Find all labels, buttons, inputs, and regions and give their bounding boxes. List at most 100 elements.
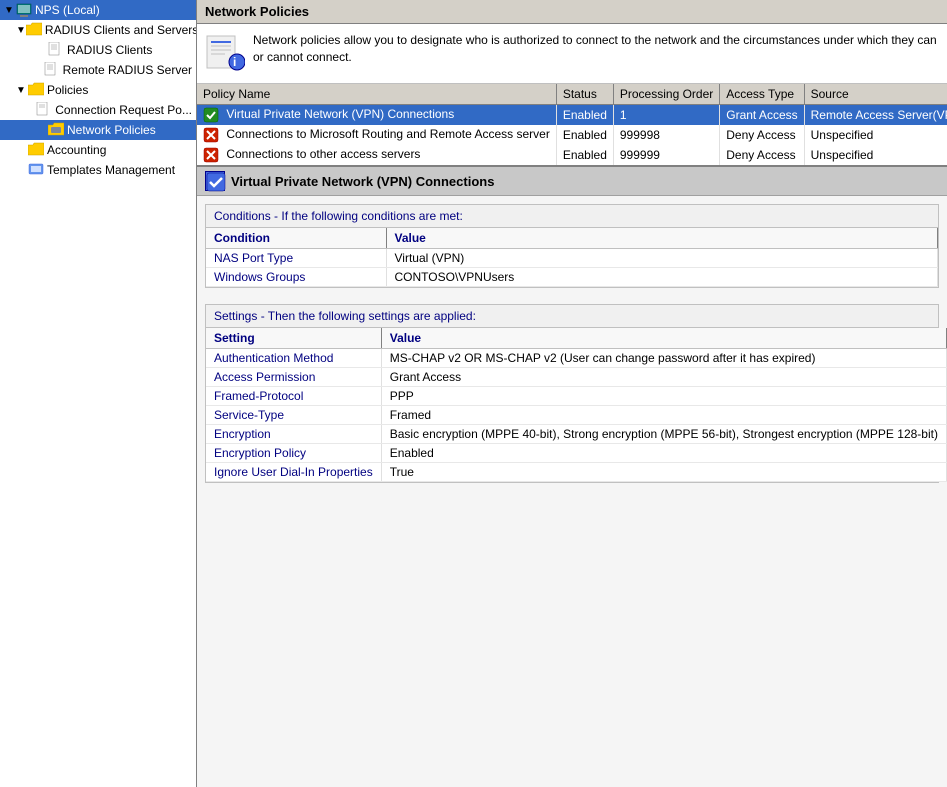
condition-name-1: NAS Port Type: [206, 249, 386, 268]
settings-header: Settings - Then the following settings a…: [206, 305, 938, 328]
source-cell-3: Unspecified: [804, 145, 947, 165]
setting-value-4: Framed: [381, 406, 946, 425]
sidebar-item-remote-radius[interactable]: Remote RADIUS Server: [0, 60, 196, 80]
table-row[interactable]: Virtual Private Network (VPN) Connection…: [197, 105, 947, 126]
setting-value-1: MS-CHAP v2 OR MS-CHAP v2 (User can chang…: [381, 349, 946, 368]
sidebar-item-accounting[interactable]: Accounting: [0, 140, 196, 160]
settings-section: Settings - Then the following settings a…: [205, 304, 939, 483]
table-header-row: Policy Name Status Processing Order Acce…: [197, 84, 947, 105]
order-cell-3: 999999: [613, 145, 719, 165]
condition-value-1: Virtual (VPN): [386, 249, 938, 268]
policy-table: Policy Name Status Processing Order Acce…: [197, 84, 947, 165]
setting-name-3: Framed-Protocol: [206, 387, 381, 406]
main-container: ▼ NPS (Local) ▼ RADIUS Clients and Serve…: [0, 0, 947, 787]
condition-value-2: CONTOSO\VPNUsers: [386, 268, 938, 287]
radius-clients-label: RADIUS Clients: [67, 43, 152, 57]
settings-table: Setting Value Authentication Method MS-C…: [206, 328, 947, 482]
doc-icon-rr: [44, 62, 60, 78]
order-cell-2: 999998: [613, 125, 719, 145]
policy-name-cell: Virtual Private Network (VPN) Connection…: [197, 105, 556, 126]
expand-icon-policies: ▼: [16, 85, 28, 96]
right-panel: Network Policies i Network policies allo…: [197, 0, 947, 787]
templates-label: Templates Management: [47, 163, 175, 177]
sidebar-item-radius-clients[interactable]: RADIUS Clients: [0, 40, 196, 60]
expand-icon-radius: ▼: [16, 25, 26, 36]
sidebar-item-network-policies[interactable]: Network Policies: [0, 120, 196, 140]
sidebar-item-policies[interactable]: ▼ Policies: [0, 80, 196, 100]
policy-name-2: Connections to Microsoft Routing and Rem…: [226, 127, 549, 141]
policy-name-cell-2: Connections to Microsoft Routing and Rem…: [197, 125, 556, 145]
doc-icon-cr: [36, 102, 52, 118]
templates-icon: [28, 162, 44, 178]
setting-row: Framed-Protocol PPP: [206, 387, 946, 406]
folder-icon-policies: [28, 82, 44, 98]
setting-row: Encryption Basic encryption (MPPE 40-bit…: [206, 425, 946, 444]
setting-value-col-header: Value: [381, 328, 946, 349]
condition-row: NAS Port Type Virtual (VPN): [206, 249, 938, 268]
setting-name-2: Access Permission: [206, 368, 381, 387]
conn-req-label: Connection Request Po...: [55, 103, 192, 117]
col-source: Source: [804, 84, 947, 105]
conditions-section: Conditions - If the following conditions…: [205, 204, 939, 288]
setting-row: Service-Type Framed: [206, 406, 946, 425]
status-cell-2: Enabled: [556, 125, 613, 145]
expand-icon: ▼: [4, 5, 16, 16]
detail-header: Virtual Private Network (VPN) Connection…: [197, 167, 947, 196]
setting-value-6: Enabled: [381, 444, 946, 463]
description-text: Network policies allow you to designate …: [253, 32, 939, 66]
detail-policy-name: Virtual Private Network (VPN) Connection…: [231, 174, 494, 189]
detail-panel: Virtual Private Network (VPN) Connection…: [197, 167, 947, 787]
setting-row: Ignore User Dial-In Properties True: [206, 463, 946, 482]
accounting-label: Accounting: [47, 143, 106, 157]
access-cell-2: Deny Access: [720, 125, 804, 145]
policy-name-3: Connections to other access servers: [226, 147, 420, 161]
policy-name-1: Virtual Private Network (VPN) Connection…: [226, 107, 454, 121]
setting-value-3: PPP: [381, 387, 946, 406]
setting-row: Authentication Method MS-CHAP v2 OR MS-C…: [206, 349, 946, 368]
sidebar-item-nps-local[interactable]: ▼ NPS (Local): [0, 0, 196, 20]
conditions-header: Conditions - If the following conditions…: [206, 205, 938, 228]
setting-value-5: Basic encryption (MPPE 40-bit), Strong e…: [381, 425, 946, 444]
remote-radius-label: Remote RADIUS Server: [63, 63, 192, 77]
source-cell-1: Remote Access Server(VPN-Dial up): [804, 105, 947, 126]
setting-name-4: Service-Type: [206, 406, 381, 425]
svg-text:i: i: [233, 55, 236, 69]
condition-name-2: Windows Groups: [206, 268, 386, 287]
left-panel: ▼ NPS (Local) ▼ RADIUS Clients and Serve…: [0, 0, 197, 787]
folder-icon-acc: [28, 142, 44, 158]
sidebar-item-radius-cs[interactable]: ▼ RADIUS Clients and Servers: [0, 20, 196, 40]
setting-row: Encryption Policy Enabled: [206, 444, 946, 463]
table-row[interactable]: Connections to other access servers Enab…: [197, 145, 947, 165]
status-cell-3: Enabled: [556, 145, 613, 165]
condition-row: Windows Groups CONTOSO\VPNUsers: [206, 268, 938, 287]
description-box: i Network policies allow you to designat…: [197, 24, 947, 84]
radius-cs-label: RADIUS Clients and Servers: [45, 23, 197, 37]
setting-name-1: Authentication Method: [206, 349, 381, 368]
detail-header-icon: [205, 171, 225, 191]
setting-value-7: True: [381, 463, 946, 482]
condition-col-header: Condition: [206, 228, 386, 249]
network-policies-label: Network Policies: [67, 123, 156, 137]
sidebar-item-templates[interactable]: Templates Management: [0, 160, 196, 180]
policies-label: Policies: [47, 83, 88, 97]
policy-table-container: Policy Name Status Processing Order Acce…: [197, 84, 947, 167]
sidebar-item-conn-req[interactable]: Connection Request Po...: [0, 100, 196, 120]
access-cell-1: Grant Access: [720, 105, 804, 126]
doc-icon-rc: [48, 42, 64, 58]
red-policy-icon-1: [203, 127, 226, 141]
policy-folder-icon: [48, 122, 64, 138]
source-cell-2: Unspecified: [804, 125, 947, 145]
table-row[interactable]: Connections to Microsoft Routing and Rem…: [197, 125, 947, 145]
order-cell-1: 1: [613, 105, 719, 126]
setting-row: Access Permission Grant Access: [206, 368, 946, 387]
col-access-type: Access Type: [720, 84, 804, 105]
computer-icon: [16, 2, 32, 18]
panel-header: Network Policies: [197, 0, 947, 24]
red-policy-icon-2: [203, 147, 226, 161]
description-icon: i: [205, 32, 245, 72]
conditions-table: Condition Value NAS Port Type Virtual (V…: [206, 228, 938, 287]
conditions-header-row: Condition Value: [206, 228, 938, 249]
policy-name-cell-3: Connections to other access servers: [197, 145, 556, 165]
setting-col-header: Setting: [206, 328, 381, 349]
setting-name-6: Encryption Policy: [206, 444, 381, 463]
